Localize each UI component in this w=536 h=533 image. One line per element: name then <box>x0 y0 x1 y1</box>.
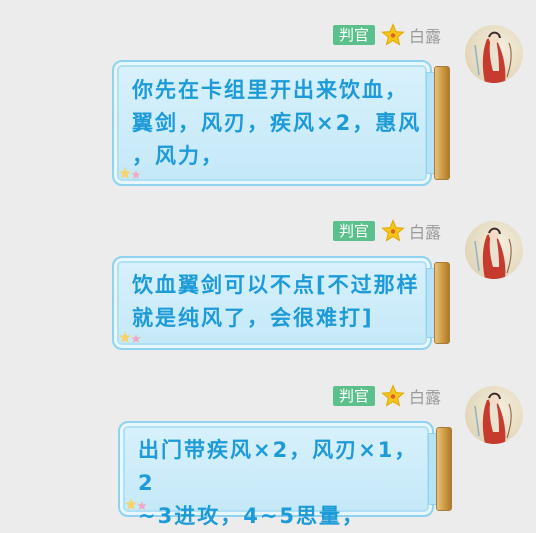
avatar[interactable] <box>465 386 523 444</box>
message-header: 判官 白露 <box>333 384 441 408</box>
avatar-illustration <box>474 392 512 444</box>
corner-stars-icon <box>125 498 147 510</box>
bubble-cap <box>436 427 452 511</box>
star-icon <box>381 384 405 407</box>
chat-message: 判官 白露 出门带疾风×2，风刃×1，2 ~3进攻，4~5思量， <box>0 0 536 528</box>
username: 白露 <box>409 388 442 407</box>
message-text: 出门带疾风×2，风刃×1，2 ~3进攻，4~5思量， <box>138 438 418 528</box>
message-bubble[interactable]: 出门带疾风×2，风刃×1，2 ~3进攻，4~5思量， <box>118 421 452 528</box>
role-badge: 判官 <box>333 386 376 406</box>
